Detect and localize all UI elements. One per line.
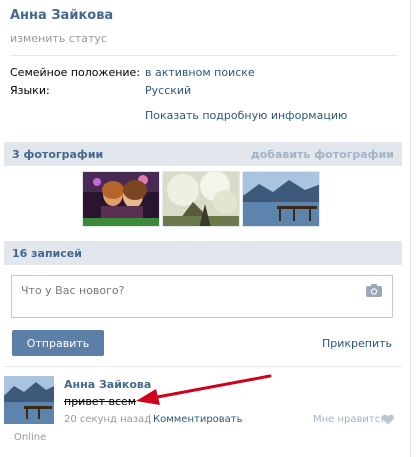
post-text: привет всем (64, 395, 137, 408)
attach-link[interactable]: Прикрепить (322, 337, 392, 350)
meta-divider: | (148, 414, 152, 425)
new-post-placeholder: Что у Вас нового? (21, 284, 125, 297)
online-indicator: Online (14, 432, 47, 443)
divider (4, 366, 402, 367)
like-button[interactable]: Мне нравится (313, 414, 386, 425)
camera-icon[interactable] (366, 284, 382, 300)
photo-thumbnail-3[interactable] (242, 171, 320, 227)
send-button[interactable]: Отправить (12, 330, 104, 356)
post-timestamp[interactable]: 20 секунд назад (64, 414, 151, 425)
change-status-link[interactable]: изменить статус (10, 32, 107, 45)
family-status-value[interactable]: в активном поиске (145, 66, 255, 79)
add-photos-link[interactable]: добавить фотографии (251, 148, 394, 161)
photos-title[interactable]: 3 фотографии (12, 148, 103, 161)
profile-name: Анна Зайкова (10, 8, 114, 23)
page-right-border (410, 0, 411, 457)
languages-value[interactable]: Русский (145, 84, 191, 97)
photo-thumbnail-2[interactable] (162, 171, 240, 227)
divider (10, 55, 398, 56)
photos-header: 3 фотографии добавить фотографии (4, 142, 402, 166)
avatar[interactable] (4, 376, 54, 424)
red-arrow-annotation (136, 374, 272, 405)
photo-thumbnail-1[interactable] (82, 171, 160, 227)
wall-title[interactable]: 16 записей (12, 247, 82, 260)
family-status-label: Семейное положение: (10, 66, 141, 79)
show-more-info-link[interactable]: Показать подробную информацию (145, 109, 347, 122)
comment-link[interactable]: Комментировать (153, 414, 243, 425)
new-post-input[interactable]: Что у Вас нового? (11, 275, 393, 318)
wall-header: 16 записей (4, 241, 402, 265)
languages-label: Языки: (10, 84, 50, 97)
heart-icon[interactable] (382, 414, 394, 428)
